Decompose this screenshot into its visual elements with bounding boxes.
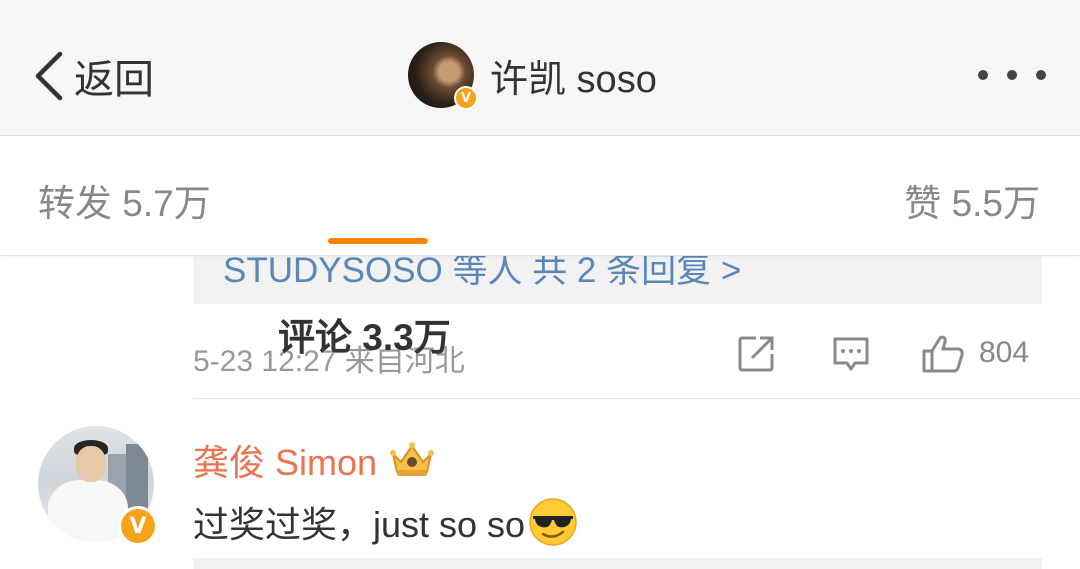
commenter-avatar[interactable]: V — [38, 426, 158, 546]
dot-icon — [978, 70, 988, 80]
tab-repost[interactable]: 转发 5.7万 — [38, 173, 211, 227]
active-tab-indicator — [328, 238, 428, 244]
tab-repost-count: 5.7万 — [122, 183, 211, 224]
tab-comment-label: 评论 — [278, 317, 352, 358]
back-label: 返回 — [74, 58, 154, 102]
tab-like-label: 赞 — [904, 183, 942, 224]
tab-comment-count: 3.3万 — [362, 317, 451, 358]
author-avatar[interactable]: V — [408, 42, 478, 110]
comment-text: 过奖过奖，just so so — [193, 504, 526, 545]
tab-like[interactable]: 赞 5.5万 — [904, 173, 1040, 227]
reply-box — [193, 558, 1042, 569]
back-button[interactable]: 返回 — [30, 44, 154, 108]
verified-badge-icon: V — [454, 86, 478, 110]
top-navbar: 返回 V 许凯 soso — [0, 0, 1080, 136]
post-author-header[interactable]: V 许凯 soso — [408, 42, 657, 110]
tab-like-count: 5.5万 — [951, 183, 1040, 224]
author-name: 许凯 soso — [490, 58, 657, 101]
more-options-button[interactable] — [978, 66, 1046, 84]
comment-text-row: 过奖过奖，just so so — [193, 496, 579, 548]
reply-preview-box[interactable]: STUDYSOSO 等人 共 2 条回复 > — [193, 256, 1042, 304]
dot-icon — [1036, 70, 1046, 80]
chevron-left-icon — [30, 44, 74, 108]
tab-bar: 转发 5.7万 评论 3.3万 赞 5.5万 — [0, 137, 1080, 358]
verified-badge-icon: V — [118, 506, 158, 546]
reply-preview-link[interactable]: STUDYSOSO 等人 共 2 条回复 > — [223, 256, 741, 293]
dot-icon — [1007, 70, 1017, 80]
tab-comment[interactable]: 评论 3.3万 — [278, 307, 1080, 450]
sunglasses-emoji-icon — [527, 496, 579, 548]
tab-repost-label: 转发 — [38, 183, 112, 224]
